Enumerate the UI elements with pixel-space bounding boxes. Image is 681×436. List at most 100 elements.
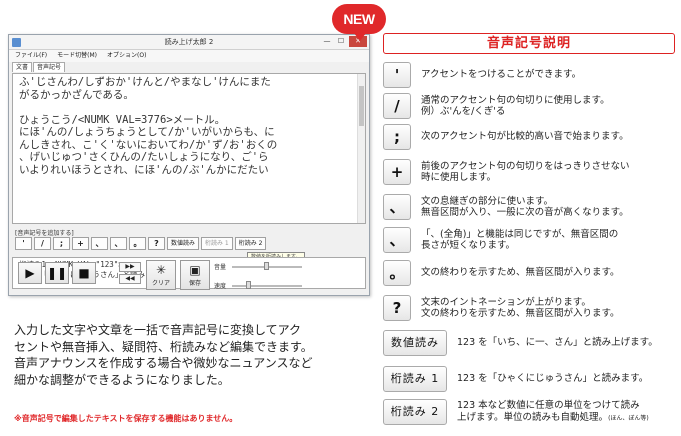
symbol-toolbar: ' / ; + 、 、 。 ? 数値読み 桁読み 1 桁読み 2 [15,237,267,250]
legend-text: 「、(全角)」と機能は同じですが、無音区間の [421,228,619,240]
legend-text: 時に使用します。 [421,172,497,183]
symbol-comma-half-button[interactable]: 、 [110,237,127,250]
speed-slider[interactable] [232,285,302,287]
play-icon[interactable]: ▶ [18,262,42,284]
sparkle-icon: ✳ [155,263,167,277]
menu-options[interactable]: オプション(O) [107,50,146,62]
rewind-icon[interactable]: ◀◀ [119,274,141,284]
description-line: セントや無音挿入、疑問符、桁読みなど編集できます。 [14,339,313,354]
legend-text: 文の息継ぎの部分に使います。 [421,195,554,207]
volume-slider-knob[interactable] [264,262,269,270]
legend-text: アクセントをつけることができます。 [421,69,582,81]
legend-item: 。 文の終わりを示すため、無音区間が入ります。 [383,260,620,286]
playback-controls: ▶ ❚❚ ■ [18,262,96,284]
save-button[interactable]: ▣ 保存 [180,260,210,290]
menu-bar: ファイル(F) モード切替(M) オプション(O) [9,50,369,62]
key-comma-half: 、 [383,227,411,253]
key-comma-full: 、 [383,194,411,220]
key-plus: + [383,159,411,185]
legend-text: 次のアクセント句が比較的高い音で始まります。 [421,131,629,143]
description-line: 細かな調整ができるようになりました。 [14,372,230,387]
editor-line [19,101,353,114]
legend-item: ? 文末のイントネーションが上がります。 文の終わりを示すため、無音区間が入ります… [383,295,620,321]
symbol-accent-button[interactable]: ' [15,237,32,250]
stop-icon[interactable]: ■ [72,262,96,284]
menu-mode[interactable]: モード切替(M) [57,50,97,62]
legend-item: 、 文の息継ぎの部分に使います。 無音区間が入り、一般に次の音が高くなります。 [383,194,629,220]
speed-label: 速度 [214,283,227,290]
digit-read-1-button[interactable]: 桁読み 1 [201,237,233,250]
legend-item: ; 次のアクセント句が比較的高い音で始まります。 [383,124,629,150]
editor-line: 、げいじゅつ'さくひんの/たいしょうになり、ご'ら [19,151,269,163]
legend-text: 通常のアクセント句の句切りに使用します。 [421,94,610,106]
maximize-button[interactable]: ☐ [335,36,347,47]
symbol-group-label: [音声記号を追加する] [15,230,74,237]
feature-description: 入力した文字や文章を一括で音声記号に変換してアク セントや無音挿入、疑問符、桁読… [14,322,374,388]
menu-file[interactable]: ファイル(F) [15,50,47,62]
editor-line: いよりれいほうとされ、にほ'んの/ぶ'んかにだたい [19,163,269,176]
symbol-period-button[interactable]: 。 [129,237,146,250]
legend-text: 無音区間が入り、一般に次の音が高くなります。 [421,207,629,218]
tab-document[interactable]: 文書 [12,62,33,72]
symbol-semicolon-button[interactable]: ; [53,237,70,250]
legend-text: 文の終わりを示すため、無音区間が入ります。 [421,308,620,319]
legend-text: 123 本など数値に任意の単位をつけて読み [457,400,640,411]
symbol-plus-button[interactable]: + [72,237,89,250]
forward-icon[interactable]: ▶▶ [119,262,141,272]
legend-suffix: (ほん、ぼん等) [608,414,649,422]
numeric-read-button[interactable]: 数値読み [167,237,200,250]
editor-line: んしきされ、こ'く'ないにおいてわ/か'ず/お'おくの [19,138,278,151]
new-badge: NEW [332,4,386,41]
legend-item: 数値読み 123 を「いち、に一、さん」と読み上げます。 [383,330,658,356]
legend-item: 桁読み 1 123 を「ひゃくにじゅうさん」と読みます。 [383,366,648,392]
key-numeric-read: 数値読み [383,330,447,356]
window-title: 読み上げ太郎 2 [164,38,214,46]
key-digit-read-1: 桁読み 1 [383,366,447,392]
tab-bar: 文書 音声記号 [9,62,369,72]
key-question: ? [383,295,411,321]
editor-line: ひょうこう/<NUMK VAL=3776>メートル。 [19,113,226,126]
editor-scrollbar[interactable] [357,74,365,223]
seek-controls: ▶▶ ◀◀ [119,262,141,284]
minimize-button[interactable]: — [321,36,333,47]
pause-icon[interactable]: ❚❚ [45,262,69,284]
tab-phonetic[interactable]: 音声記号 [33,62,66,72]
legend-text: 例）ぶ'んを/くぎ'る [421,106,506,117]
description-line: 入力した文字や文章を一括で音声記号に変換してアク [14,323,302,337]
note-text: ※音声記号で編集したテキストを保存する機能はありません。 [14,414,238,423]
symbol-comma-full-button[interactable]: 、 [91,237,108,250]
save-icon: ▣ [189,263,201,277]
legend-text: 長さが短くなります。 [421,240,516,251]
editor-line: ふ'じさんわ/しずおか'けんと/やまなし'けんにまた [19,76,271,88]
editor-line: にほ'んの/しょうちょうとして/か'いがいからも、に [19,126,275,138]
key-semicolon: ; [383,124,411,150]
legend-item: / 通常のアクセント句の句切りに使用します。 例）ぶ'んを/くぎ'る [383,93,610,119]
digit-read-2-button[interactable]: 桁読み 2 [234,237,267,250]
key-digit-read-2: 桁読み 2 [383,399,447,425]
legend-item: 、 「、(全角)」と機能は同じですが、無音区間の 長さが短くなります。 [383,227,618,253]
legend-text: 前後のアクセント句の句切りをはっきりさせない [421,160,630,172]
speed-slider-knob[interactable] [246,281,251,289]
window-titlebar[interactable]: 読み上げ太郎 2 — ☐ ✕ [9,35,369,50]
panel-title: 音声記号説明 [383,33,675,54]
app-window: 読み上げ太郎 2 — ☐ ✕ ファイル(F) モード切替(M) オプション(O)… [8,34,370,296]
legend-text: 上げます。単位の読みも自動処理。 [457,411,609,423]
volume-label: 音量 [214,264,227,271]
legend-text: 文末のイントネーションが上がります。 [421,296,591,308]
clear-button[interactable]: ✳ クリア [146,260,176,290]
clear-label: クリア [151,280,170,287]
scroll-thumb[interactable] [359,86,364,126]
phonetic-editor[interactable]: ふ'じさんわ/しずおか'けんと/やまなし'けんにまた がるかっかざんである。 ひ… [12,73,366,224]
key-period: 。 [383,260,411,286]
key-accent: ' [383,62,411,88]
description-line: 音声アナウンスを作成する場合や微妙なニュアンスなど [14,356,313,370]
legend-item: + 前後のアクセント句の句切りをはっきりさせない 時に使用します。 [383,159,630,185]
editor-line: がるかっかざんである。 [19,88,134,101]
save-label: 保存 [188,280,201,287]
symbol-question-button[interactable]: ? [148,237,165,250]
legend-text: 123 を「いち、に一、さん」と読み上げます。 [457,337,658,349]
key-slash: / [383,93,411,119]
symbol-slash-button[interactable]: / [34,237,51,250]
legend-text: 123 を「ひゃくにじゅうさん」と読みます。 [457,373,649,385]
legend-item: ' アクセントをつけることができます。 [383,62,581,88]
